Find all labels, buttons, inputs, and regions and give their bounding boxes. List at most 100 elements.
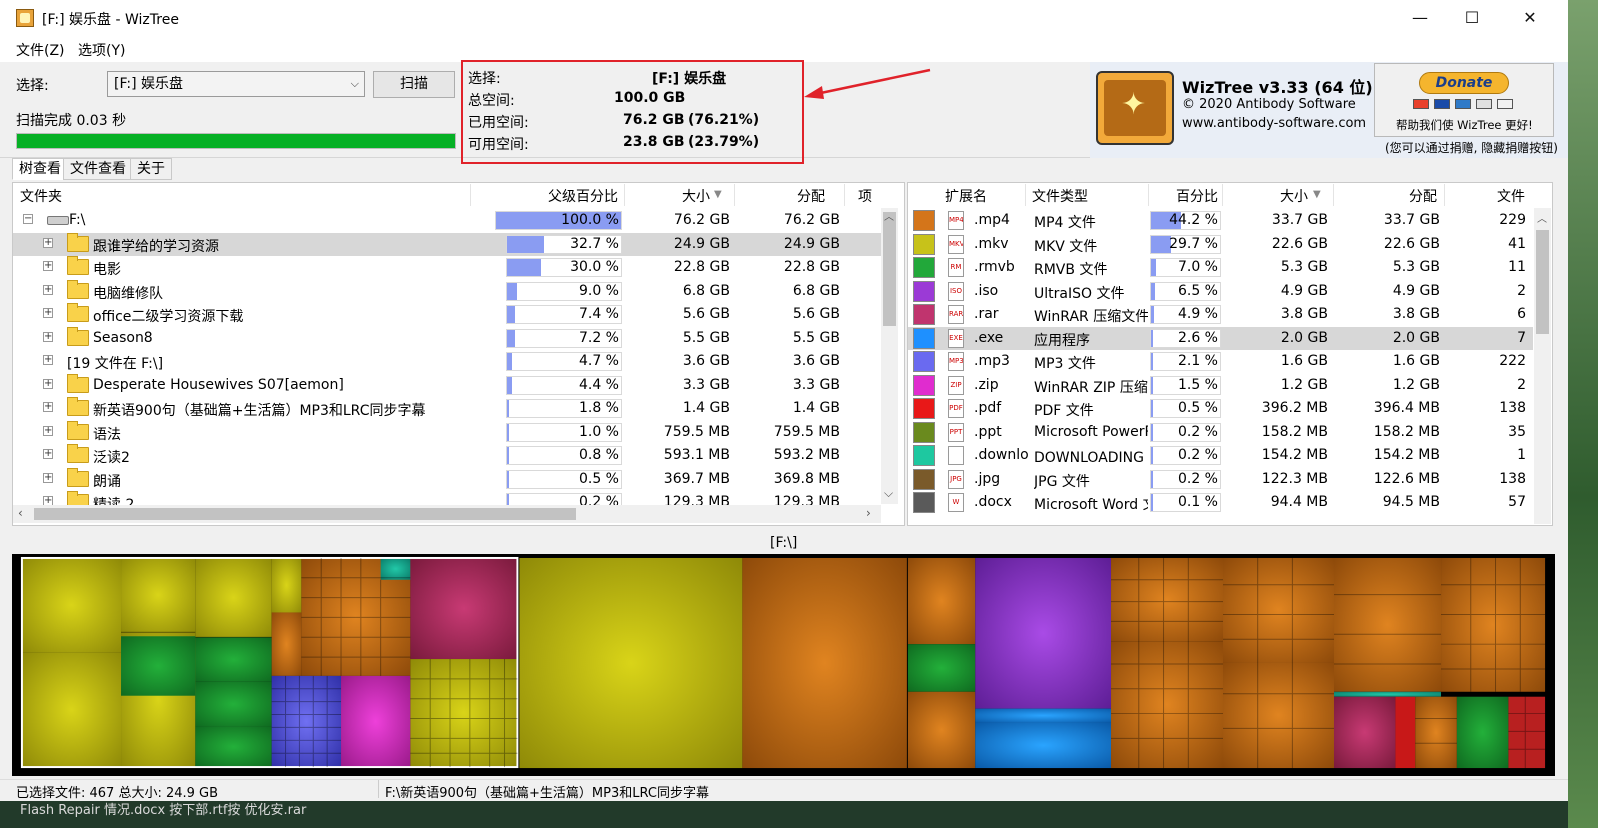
- tab-file-view[interactable]: 文件查看: [63, 158, 133, 180]
- tree-row[interactable]: + 电影 30.0 % 22.8 GB 22.8 GB: [13, 256, 881, 279]
- tree-row[interactable]: + Desperate Housewives S07[aemon] 4.4 % 3.3…: [13, 374, 881, 397]
- tree-row[interactable]: + [19 文件在 F:\] 4.7 % 3.6 GB 3.6 GB: [13, 350, 881, 373]
- expand-icon[interactable]: +: [43, 332, 53, 342]
- expand-icon[interactable]: +: [43, 285, 53, 295]
- treemap-cell[interactable]: [975, 722, 1112, 769]
- treemap-cell[interactable]: [1111, 557, 1224, 642]
- tree-row[interactable]: + 语法 1.0 % 759.5 MB 759.5 MB: [13, 421, 881, 444]
- extension-row[interactable]: RAR .rar WinRAR 压缩文件 4.9 % 3.8 GB 3.8 GB 6: [908, 303, 1533, 326]
- tree-row[interactable]: + 泛读2 0.8 % 593.1 MB 593.2 MB: [13, 444, 881, 467]
- expand-icon[interactable]: +: [43, 355, 53, 365]
- ext-header-files[interactable]: 文件: [1497, 186, 1525, 206]
- treemap-cell[interactable]: [975, 557, 1112, 709]
- extension-row[interactable]: JPG .jpg JPG 文件 0.2 % 122.3 MB 122.6 MB 138: [908, 468, 1533, 491]
- expand-icon[interactable]: +: [43, 449, 53, 459]
- extension-row[interactable]: ZIP .zip WinRAR ZIP 压缩文 1.5 % 1.2 GB 1.2 GB 2: [908, 374, 1533, 397]
- treemap-cell[interactable]: [195, 557, 272, 638]
- treemap-cell[interactable]: [1223, 662, 1334, 769]
- tree-header-parent-pct[interactable]: 父级百分比: [548, 186, 618, 206]
- tree-horizontal-scroll-thumb[interactable]: [34, 508, 576, 520]
- expand-icon[interactable]: +: [43, 379, 53, 389]
- expand-icon[interactable]: +: [43, 426, 53, 436]
- treemap-cell[interactable]: [907, 644, 976, 692]
- ext-header-type[interactable]: 文件类型: [1032, 186, 1088, 206]
- expand-icon[interactable]: +: [43, 261, 53, 271]
- close-button[interactable]: ✕: [1502, 0, 1558, 36]
- ext-header-size[interactable]: 大小: [1280, 186, 1308, 206]
- extension-row[interactable]: MKV .mkv MKV 文件 29.7 % 22.6 GB 22.6 GB 41: [908, 233, 1533, 256]
- tab-about[interactable]: 关于: [130, 158, 172, 180]
- extension-row[interactable]: ISO .iso UltraISO 文件 6.5 % 4.9 GB 4.9 GB 2: [908, 280, 1533, 303]
- tree-row[interactable]: + 新英语900句（基础篇+生活篇）MP3和LRC同步字幕 1.8 % 1.4 GB 1…: [13, 397, 881, 420]
- treemap-cell[interactable]: [380, 557, 411, 580]
- treemap-cell[interactable]: [742, 557, 907, 769]
- extension-row[interactable]: .downlo DOWNLOADING 文 0.2 % 154.2 MB 154.2 M…: [908, 444, 1533, 467]
- treemap-cell[interactable]: [410, 557, 518, 660]
- menu-options[interactable]: 选项(Y): [78, 40, 125, 60]
- app-website[interactable]: www.antibody-software.com: [1182, 116, 1366, 131]
- tree-header-folder[interactable]: 文件夹: [20, 186, 62, 206]
- scroll-up-icon[interactable]: ︿: [1537, 210, 1547, 225]
- tree-row[interactable]: − F:\ 100.0 % 76.2 GB 76.2 GB: [13, 209, 881, 232]
- treemap-cell[interactable]: [1333, 557, 1442, 692]
- tree-header-size[interactable]: 大小: [682, 186, 710, 206]
- expand-icon[interactable]: +: [43, 238, 53, 248]
- minimize-button[interactable]: —: [1392, 0, 1448, 36]
- extension-row[interactable]: MP4 .mp4 MP4 文件 44.2 % 33.7 GB 33.7 GB 229: [908, 209, 1533, 232]
- scroll-left-icon[interactable]: ‹: [18, 506, 23, 520]
- tree-row[interactable]: + Season8 7.2 % 5.5 GB 5.5 GB: [13, 327, 881, 350]
- treemap-cell[interactable]: [1111, 641, 1224, 769]
- treemap-cell[interactable]: [1441, 557, 1546, 692]
- treemap-cell[interactable]: [975, 708, 1112, 723]
- treemap-cell[interactable]: [410, 659, 518, 768]
- treemap-cell[interactable]: [1395, 696, 1416, 769]
- treemap-cell[interactable]: [1456, 696, 1509, 769]
- treemap-cell[interactable]: [1333, 691, 1442, 697]
- treemap-cell[interactable]: [21, 557, 122, 653]
- scan-button[interactable]: 扫描: [373, 71, 455, 98]
- collapse-icon[interactable]: −: [23, 214, 33, 224]
- tree-row[interactable]: + 朗诵 0.5 % 369.7 MB 369.8 MB: [13, 468, 881, 491]
- treemap-cell[interactable]: [1508, 696, 1546, 769]
- treemap-cell[interactable]: [121, 557, 196, 633]
- tree-row[interactable]: + 跟谁学给的学习资源 32.7 % 24.9 GB 24.9 GB: [13, 233, 881, 256]
- extension-row[interactable]: RM .rmvb RMVB 文件 7.0 % 5.3 GB 5.3 GB 11: [908, 256, 1533, 279]
- tab-tree-view[interactable]: 树查看: [12, 158, 68, 180]
- treemap-cell[interactable]: [195, 681, 272, 727]
- treemap-cell[interactable]: [907, 557, 976, 645]
- expand-icon[interactable]: +: [43, 402, 53, 412]
- drive-select[interactable]: [F:] 娱乐盘 ⌵: [107, 71, 365, 97]
- treemap-cell[interactable]: [195, 637, 272, 682]
- maximize-button[interactable]: ☐: [1444, 0, 1500, 36]
- scroll-down-icon[interactable]: ⌵: [884, 486, 893, 501]
- tree-header-alloc[interactable]: 分配: [797, 186, 825, 206]
- ext-header-alloc[interactable]: 分配: [1409, 186, 1437, 206]
- ext-vertical-scroll-thumb[interactable]: [1536, 230, 1549, 334]
- extension-row[interactable]: PDF .pdf PDF 文件 0.5 % 396.2 MB 396.4 MB 138: [908, 397, 1533, 420]
- tree-row[interactable]: + 电脑维修队 9.0 % 6.8 GB 6.8 GB: [13, 280, 881, 303]
- donate-button[interactable]: Donate: [1419, 72, 1509, 94]
- treemap[interactable]: [12, 554, 1555, 776]
- treemap-cell[interactable]: [519, 557, 743, 769]
- treemap-cell[interactable]: [1415, 696, 1457, 769]
- treemap-cell[interactable]: [121, 636, 196, 696]
- treemap-cell[interactable]: [1333, 696, 1396, 769]
- ext-header-pct[interactable]: 百分比: [1176, 186, 1218, 206]
- treemap-cell[interactable]: [271, 557, 302, 613]
- extension-row[interactable]: W .docx Microsoft Word 文 0.1 % 94.4 MB 94.5 M…: [908, 491, 1533, 514]
- extension-row[interactable]: PPT .ppt Microsoft PowerPo 0.2 % 158.2 MB 158…: [908, 421, 1533, 444]
- treemap-cell[interactable]: [907, 691, 976, 769]
- expand-icon[interactable]: +: [43, 308, 53, 318]
- menu-file[interactable]: 文件(Z): [16, 40, 65, 60]
- scroll-up-icon[interactable]: ︿: [884, 208, 894, 223]
- treemap-cell[interactable]: [271, 612, 302, 676]
- treemap-cell[interactable]: [21, 652, 122, 768]
- extension-row[interactable]: EXE .exe 应用程序 2.6 % 2.0 GB 2.0 GB 7: [908, 327, 1533, 350]
- ext-header-ext[interactable]: 扩展名: [945, 186, 987, 206]
- tree-vertical-scroll-thumb[interactable]: [883, 212, 896, 326]
- scroll-right-icon[interactable]: ›: [866, 506, 871, 520]
- treemap-cell[interactable]: [341, 675, 411, 768]
- tree-header-items[interactable]: 项: [858, 186, 872, 206]
- treemap-cell[interactable]: [1223, 557, 1334, 663]
- tree-row[interactable]: + office二级学习资源下载 7.4 % 5.6 GB 5.6 GB: [13, 303, 881, 326]
